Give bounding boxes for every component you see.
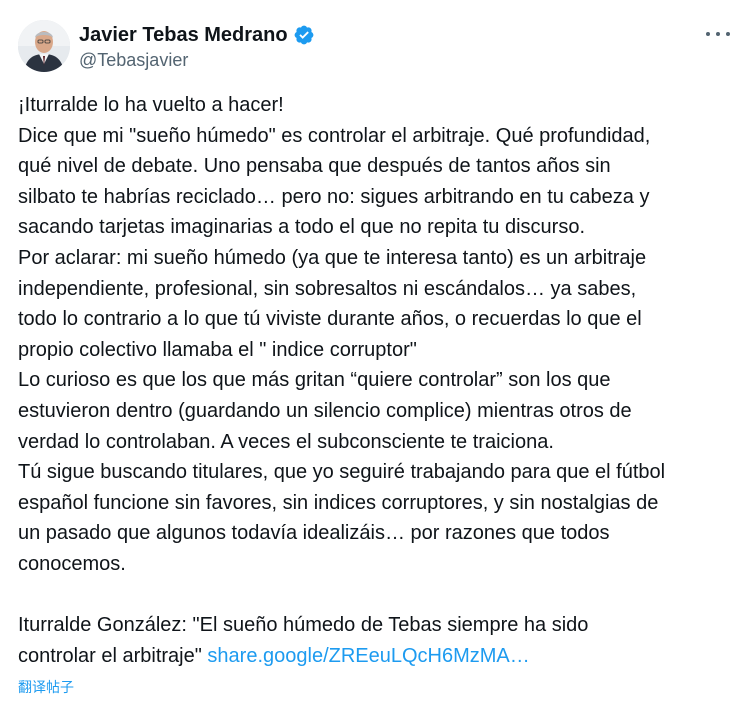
verified-badge-icon[interactable] bbox=[293, 24, 315, 46]
tweet-line: un pasado que algunos todavía idealizáis… bbox=[18, 522, 610, 545]
quote-line: Iturralde González: "El sueño húmedo de … bbox=[18, 614, 589, 637]
tweet-line: silbato te habrías reciclado… pero no: s… bbox=[18, 185, 650, 208]
tweet-line: Dice que mi "sueño húmedo" es controlar … bbox=[18, 124, 651, 147]
share-link[interactable]: share.google/ZREeuLQcH6MzMA… bbox=[207, 645, 529, 667]
tweet: Javier Tebas Medrano @Tebasjavier ¡Iturr… bbox=[0, 0, 750, 701]
tweet-line: Por aclarar: mi sueño húmedo (ya que te … bbox=[18, 246, 647, 269]
tweet-line: estuvieron dentro (guardando un silencio… bbox=[18, 399, 632, 422]
tweet-text: ¡Iturralde lo ha vuelto a hacer! Dice qu… bbox=[18, 90, 736, 671]
tweet-line: Tú sigue buscando titulares, que yo segu… bbox=[18, 461, 666, 484]
tweet-line: Lo curioso es que los que más gritan “qu… bbox=[18, 369, 611, 392]
tweet-line: qué nivel de debate. Uno pensaba que des… bbox=[18, 155, 611, 178]
tweet-line: propio colectivo llamaba el " indice cor… bbox=[18, 338, 417, 361]
author-handle[interactable]: @Tebasjavier bbox=[79, 50, 188, 71]
tweet-line: conocemos. bbox=[18, 552, 126, 575]
tweet-line: sacando tarjetas imaginarias a todo el q… bbox=[18, 216, 586, 239]
more-options-icon[interactable] bbox=[704, 24, 732, 44]
author-display-name[interactable]: Javier Tebas Medrano bbox=[79, 24, 288, 47]
author-name-row: Javier Tebas Medrano bbox=[79, 22, 315, 48]
tweet-line: ¡Iturralde lo ha vuelto a hacer! bbox=[18, 94, 284, 116]
quote-line-with-link: controlar el arbitraje" share.google/ZRE… bbox=[18, 641, 736, 672]
dot bbox=[726, 32, 730, 36]
dot bbox=[716, 32, 720, 36]
translate-post-link[interactable]: 翻译帖子 bbox=[18, 677, 74, 697]
tweet-line: español funcione sin favores, sin indice… bbox=[18, 491, 659, 514]
quote-line-text: controlar el arbitraje" bbox=[18, 644, 202, 667]
tweet-line: independiente, profesional, sin sobresal… bbox=[18, 277, 637, 300]
dot bbox=[706, 32, 710, 36]
tweet-line: verdad lo controlaban. A veces el subcon… bbox=[18, 430, 554, 453]
tweet-header: Javier Tebas Medrano @Tebasjavier bbox=[18, 20, 732, 76]
avatar[interactable] bbox=[18, 20, 70, 72]
avatar-photo-icon bbox=[18, 20, 70, 72]
tweet-line: todo lo contrario a lo que tú viviste du… bbox=[18, 308, 642, 331]
